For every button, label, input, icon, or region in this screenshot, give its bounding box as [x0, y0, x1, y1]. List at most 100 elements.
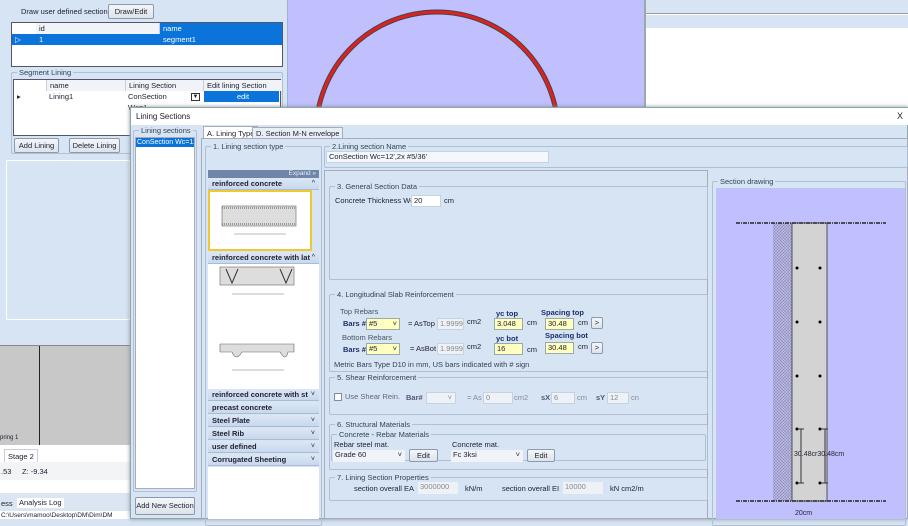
rebar-mat-label: Rebar steel mat. — [334, 440, 390, 449]
sy-input[interactable]: 12 — [607, 392, 629, 404]
lattice-diagram-icon — [219, 266, 295, 371]
sy-unit: cn — [631, 393, 639, 402]
spacing-top-arrow-button[interactable]: > — [591, 317, 603, 329]
col-edit: Edit lining Section — [203, 80, 282, 91]
delete-lining-button[interactable]: Delete Lining — [69, 138, 120, 153]
add-lining-button[interactable]: Add Lining — [14, 138, 59, 153]
rebar-edit-button[interactable]: Edit — [409, 449, 438, 462]
expand-button[interactable]: Expand » — [208, 170, 319, 178]
chevron-down-icon: ˅ — [392, 344, 397, 353]
section-diagram — [736, 222, 886, 502]
col-id: id — [36, 23, 160, 34]
chevron-up-icon: ^ — [311, 180, 315, 187]
model-view[interactable]: pring 1 — [0, 345, 130, 446]
yctop-input[interactable]: 3.048 — [494, 318, 523, 330]
bottom-bar-select[interactable]: #5 ˅ — [366, 343, 400, 355]
section-drawing-canvas: 30.48cr30.48cm 20cm — [716, 188, 905, 519]
use-shear-checkbox[interactable] — [334, 393, 342, 401]
row-marker[interactable]: ▸ — [14, 91, 21, 102]
concrete-edit-button[interactable]: Edit — [527, 449, 555, 462]
asbot-field: 1.999998 — [437, 343, 464, 355]
shear-as-field: 0 — [483, 392, 513, 404]
dialog-titlebar — [131, 108, 908, 125]
astop-field: 1.999998 — [437, 318, 464, 330]
sx-input[interactable]: 6 — [551, 392, 575, 404]
accordion-lattice[interactable]: reinforced concrete with lat ^ — [208, 252, 319, 264]
path-text: C:\Users\mamoo\Desktop\DM\Dim\DM — [1, 512, 113, 519]
coord-z: Z: -9.34 — [22, 467, 48, 476]
ei-unit: kN cm2/m — [610, 484, 644, 493]
shear-as-label: = As — [467, 393, 482, 402]
shear-bar-label: Bar# — [406, 393, 423, 402]
dialog-title: Lining Sections — [136, 112, 191, 121]
spacing-bot-input[interactable]: 30.48 — [545, 342, 574, 354]
spacing-top-unit: cm — [578, 318, 588, 327]
sx-unit: cm — [577, 393, 587, 402]
draw-edit-button[interactable]: Draw/Edit — [108, 4, 154, 19]
asbot-label: = AsBot — [410, 344, 437, 353]
spacing-top-input[interactable]: 30.48 — [545, 318, 574, 330]
col-name: name — [46, 80, 125, 91]
ea-label: section overall EA — [354, 484, 415, 493]
top-bar-select[interactable]: #5 ˅ — [366, 318, 400, 330]
accordion-steel-rib[interactable]: Steel Rib ˅ — [208, 428, 319, 440]
ei-field: 10000 — [563, 482, 603, 494]
right-panel — [646, 0, 908, 110]
astop-label: = AsTop — [408, 319, 435, 328]
rebar-mat-select[interactable]: Grade 60 ˅ — [333, 450, 405, 462]
ei-label: section overall EI — [502, 484, 560, 493]
sx-label: sX — [541, 393, 551, 402]
accordion-reinforced-concrete[interactable]: reinforced concrete ^ — [208, 178, 319, 190]
spacing-bot-label: Spacing bot — [545, 331, 588, 340]
segment-id[interactable]: 1 — [36, 34, 160, 45]
accordion-steel-plate[interactable]: Steel Plate ˅ — [208, 415, 319, 427]
tab-mn-envelope[interactable]: D. Section M-N envelope — [252, 127, 344, 138]
tab-progress[interactable]: ess — [1, 499, 13, 509]
segment-name[interactable]: segment1 — [160, 34, 282, 45]
accordion-steel-reinforced[interactable]: reinforced concrete with st ˅ — [208, 389, 319, 401]
thickness-unit: cm — [444, 196, 454, 205]
shear-as-unit: cm2 — [514, 393, 529, 402]
chevron-down-icon[interactable]: ▼ — [191, 93, 200, 101]
ycbot-unit: cm — [527, 345, 537, 354]
model-canvas[interactable] — [288, 0, 646, 110]
reinforced-concrete-thumbnail[interactable] — [208, 190, 312, 251]
section-list-item[interactable]: ConSection Wc=12' — [136, 138, 194, 147]
spacing-top-label: Spacing top — [541, 308, 584, 317]
top-bars-label: Bars # — [343, 319, 366, 328]
segments-grid[interactable]: id name ▷ 1 segment1 — [11, 22, 283, 67]
slab-diagram-icon — [221, 205, 297, 235]
section-name-input[interactable]: ConSection Wc=12',2x #5/36' — [326, 151, 549, 163]
tab-stage-2[interactable]: Stage 2 — [4, 449, 38, 463]
sy-label: sY — [596, 393, 606, 402]
bottom-rebars-label: Bottom Rebars — [342, 333, 393, 342]
add-new-section-button[interactable]: Add New Section — [135, 497, 195, 515]
lattice-panel — [208, 252, 319, 389]
close-icon[interactable]: X — [897, 111, 903, 121]
property-panel — [6, 160, 130, 320]
concrete-mat-select[interactable]: Fc 3ksi ˅ — [451, 450, 523, 462]
col-lining-section: Lining Section — [125, 80, 203, 91]
top-rebars-label: Top Rebars — [340, 307, 379, 316]
yctop-unit: cm — [527, 318, 537, 327]
tunnel-lining-drawing — [315, 9, 559, 110]
sections-list[interactable]: ConSection Wc=12' — [135, 137, 195, 489]
thickness-input[interactable]: 20 — [411, 195, 441, 207]
bars-note: Metric Bars Type D10 in mm, US bars indi… — [334, 360, 530, 369]
spacing-bot-arrow-button[interactable]: > — [591, 342, 603, 354]
row-marker[interactable]: ▷ — [12, 34, 36, 45]
ycbot-input[interactable]: 16 — [494, 343, 523, 355]
accordion-corrugated[interactable]: Corrugated Sheeting ˅ — [208, 454, 319, 466]
bottom-bars-label: Bars # — [343, 345, 366, 354]
ea-unit: kN/m — [465, 484, 483, 493]
accordion-precast[interactable]: precast concrete — [208, 402, 319, 414]
thickness-label: Concrete Thickness Wc — [335, 196, 415, 205]
tab-analysis-log[interactable]: Analysis Log — [17, 498, 64, 508]
edit-lining-button[interactable]: edit — [204, 91, 279, 102]
accordion-user-defined[interactable]: user defined ˅ — [208, 441, 319, 453]
shear-bar-select[interactable]: ˅ — [426, 392, 456, 404]
ea-field: 3000000 — [418, 482, 458, 494]
spacing-bot-unit: cm — [578, 342, 588, 351]
astop-unit: cm2 — [467, 317, 482, 326]
lining-name[interactable]: Lining1 — [46, 91, 73, 102]
